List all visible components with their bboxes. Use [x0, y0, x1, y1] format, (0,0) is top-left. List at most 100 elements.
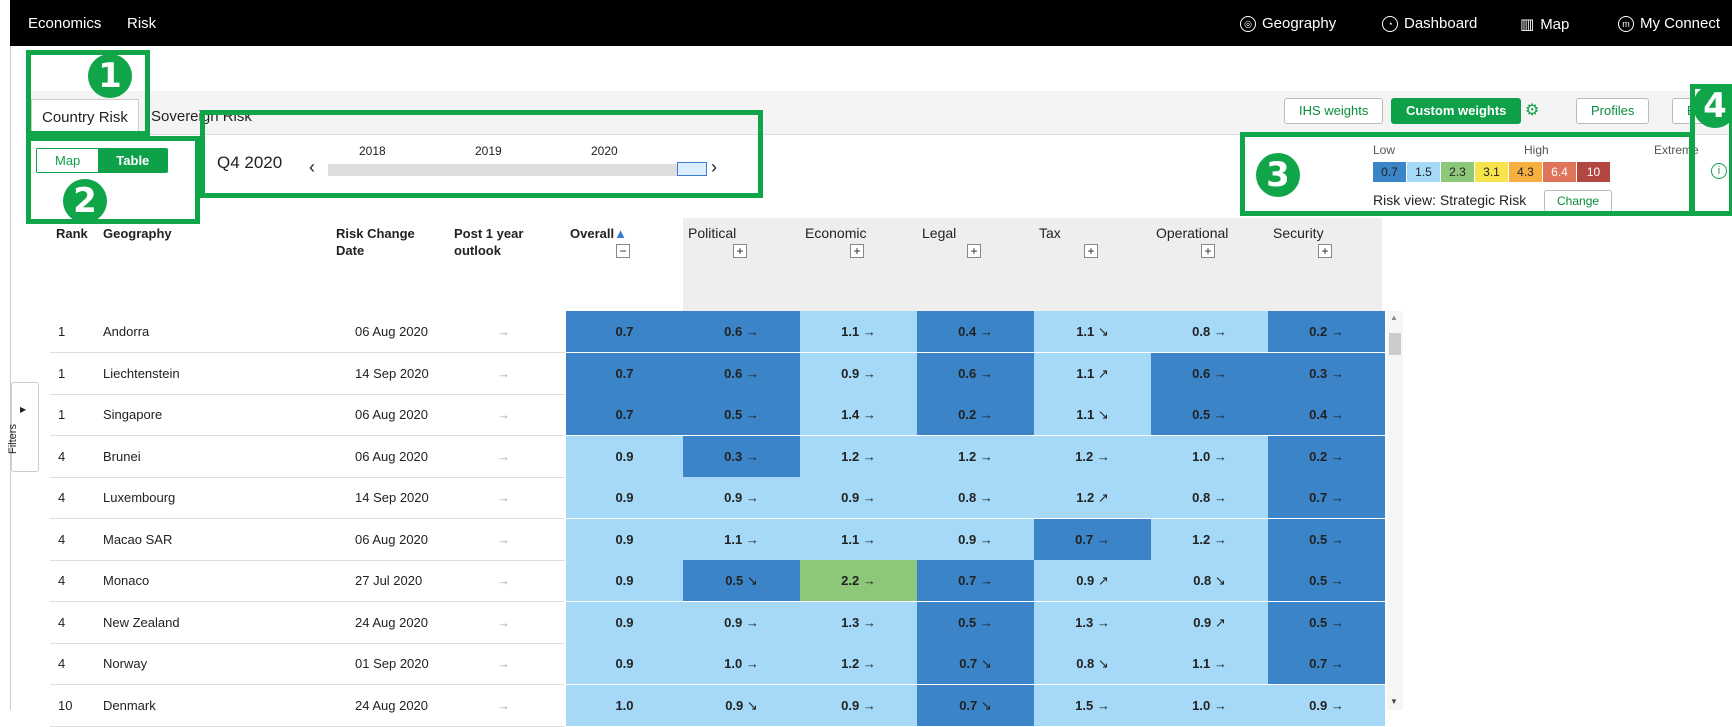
overall-score-cell[interactable]: 0.9 [566, 643, 683, 684]
score-cell-legal[interactable]: 0.7 ↘ [917, 643, 1034, 684]
score-cell-security[interactable]: 0.5 → [1268, 518, 1385, 560]
score-cell-political[interactable]: 0.9 → [683, 477, 800, 518]
score-cell-operational[interactable]: 1.1 → [1151, 643, 1268, 684]
score-cell-legal[interactable]: 0.5 → [917, 601, 1034, 643]
score-cell-tax[interactable]: 1.2 → [1034, 435, 1151, 477]
score-cell-security[interactable]: 0.7 → [1268, 477, 1385, 518]
geography-link[interactable]: Norway [103, 643, 147, 684]
score-cell-economic[interactable]: 1.1 → [800, 518, 917, 560]
col-risk-change-date[interactable]: Risk Change Date [336, 225, 415, 259]
score-cell-operational[interactable]: 0.8 ↘ [1151, 560, 1268, 601]
nav-my-connect[interactable]: m My Connect [1618, 15, 1720, 32]
score-cell-legal[interactable]: 0.6 → [917, 352, 1034, 394]
nav-economics[interactable]: Economics [28, 15, 101, 32]
score-cell-economic[interactable]: 2.2 → [800, 560, 917, 601]
filters-panel-toggle[interactable]: Filters ▶ [7, 382, 39, 472]
geography-link[interactable]: Liechtenstein [103, 353, 180, 394]
score-cell-security[interactable]: 0.7 → [1268, 643, 1385, 684]
score-cell-economic[interactable]: 1.1 → [800, 311, 917, 352]
score-cell-political[interactable]: 0.9 → [683, 601, 800, 643]
score-cell-legal[interactable]: 0.8 → [917, 477, 1034, 518]
score-cell-economic[interactable]: 1.2 → [800, 435, 917, 477]
expand-political-icon[interactable]: + [733, 244, 747, 258]
score-cell-tax[interactable]: 0.8 ↘ [1034, 643, 1151, 684]
score-cell-legal[interactable]: 1.2 → [917, 435, 1034, 477]
col-economic[interactable]: Economic [805, 225, 866, 242]
score-cell-tax[interactable]: 0.7 → [1034, 518, 1151, 560]
score-cell-legal[interactable]: 0.7 → [917, 560, 1034, 601]
nav-geography[interactable]: ◎ Geography [1240, 15, 1336, 32]
score-cell-security[interactable]: 0.5 → [1268, 560, 1385, 601]
score-cell-political[interactable]: 1.0 → [683, 643, 800, 684]
geography-link[interactable]: Brunei [103, 436, 141, 477]
col-tax[interactable]: Tax [1039, 225, 1061, 242]
scroll-up-icon[interactable]: ▲ [1390, 313, 1398, 322]
expand-economic-icon[interactable]: + [850, 244, 864, 258]
score-cell-operational[interactable]: 0.6 → [1151, 352, 1268, 394]
overall-score-cell[interactable]: 0.9 [566, 560, 683, 601]
profiles-button[interactable]: Profiles [1576, 98, 1650, 124]
score-cell-operational[interactable]: 0.8 → [1151, 477, 1268, 518]
score-cell-political[interactable]: 0.5 ↘ [683, 560, 800, 601]
geography-link[interactable]: Macao SAR [103, 519, 172, 560]
geography-link[interactable]: Luxembourg [103, 477, 175, 518]
score-cell-political[interactable]: 0.6 → [683, 311, 800, 352]
score-cell-economic[interactable]: 1.2 → [800, 643, 917, 684]
score-cell-tax[interactable]: 1.3 → [1034, 601, 1151, 643]
score-cell-tax[interactable]: 1.1 ↘ [1034, 394, 1151, 435]
nav-dashboard[interactable]: ◔ Dashboard [1382, 15, 1477, 32]
ihs-weights-button[interactable]: IHS weights [1284, 98, 1384, 124]
geography-link[interactable]: Denmark [103, 685, 156, 726]
score-cell-economic[interactable]: 0.9 → [800, 352, 917, 394]
gear-icon[interactable]: ⚙ [1525, 100, 1539, 120]
score-cell-legal[interactable]: 0.4 → [917, 311, 1034, 352]
score-cell-economic[interactable]: 1.4 → [800, 394, 917, 435]
col-operational[interactable]: Operational [1156, 225, 1228, 242]
score-cell-tax[interactable]: 1.5 → [1034, 684, 1151, 726]
col-security[interactable]: Security [1273, 225, 1324, 242]
col-political[interactable]: Political [688, 225, 736, 242]
score-cell-operational[interactable]: 0.8 → [1151, 311, 1268, 352]
score-cell-security[interactable]: 0.4 → [1268, 394, 1385, 435]
col-rank[interactable]: Rank [56, 225, 88, 242]
overall-score-cell[interactable]: 0.7 [566, 352, 683, 394]
score-cell-tax[interactable]: 0.9 ↗ [1034, 560, 1151, 601]
score-cell-security[interactable]: 0.5 → [1268, 601, 1385, 643]
scrollbar-thumb[interactable] [1389, 333, 1401, 355]
score-cell-operational[interactable]: 1.0 → [1151, 684, 1268, 726]
score-cell-tax[interactable]: 1.1 ↗ [1034, 352, 1151, 394]
scroll-down-icon[interactable]: ▼ [1390, 697, 1398, 706]
score-cell-operational[interactable]: 0.9 ↗ [1151, 601, 1268, 643]
col-overall[interactable]: Overall▲ [570, 225, 627, 242]
expand-tax-icon[interactable]: + [1084, 244, 1098, 258]
score-cell-tax[interactable]: 1.2 ↗ [1034, 477, 1151, 518]
overall-score-cell[interactable]: 0.9 [566, 518, 683, 560]
score-cell-legal[interactable]: 0.9 → [917, 518, 1034, 560]
table-scrollbar[interactable] [1387, 311, 1403, 710]
overall-score-cell[interactable]: 0.9 [566, 435, 683, 477]
geography-link[interactable]: Monaco [103, 560, 149, 601]
overall-score-cell[interactable]: 0.9 [566, 477, 683, 518]
overall-score-cell[interactable]: 1.0 [566, 684, 683, 726]
score-cell-security[interactable]: 0.2 → [1268, 435, 1385, 477]
collapse-overall-icon[interactable]: − [616, 244, 630, 258]
geography-link[interactable]: New Zealand [103, 602, 180, 643]
score-cell-political[interactable]: 1.1 → [683, 518, 800, 560]
expand-legal-icon[interactable]: + [967, 244, 981, 258]
score-cell-economic[interactable]: 1.3 → [800, 601, 917, 643]
score-cell-political[interactable]: 0.9 ↘ [683, 684, 800, 726]
col-post-outlook[interactable]: Post 1 year outlook [454, 225, 523, 259]
score-cell-tax[interactable]: 1.1 ↘ [1034, 311, 1151, 352]
score-cell-economic[interactable]: 0.9 → [800, 684, 917, 726]
overall-score-cell[interactable]: 0.7 [566, 394, 683, 435]
score-cell-economic[interactable]: 0.9 → [800, 477, 917, 518]
score-cell-political[interactable]: 0.3 → [683, 435, 800, 477]
custom-weights-button[interactable]: Custom weights [1391, 98, 1522, 124]
score-cell-operational[interactable]: 0.5 → [1151, 394, 1268, 435]
overall-score-cell[interactable]: 0.7 [566, 311, 683, 352]
col-geography[interactable]: Geography [103, 225, 172, 242]
score-cell-security[interactable]: 0.9 → [1268, 684, 1385, 726]
score-cell-legal[interactable]: 0.7 ↘ [917, 684, 1034, 726]
col-legal[interactable]: Legal [922, 225, 956, 242]
geography-link[interactable]: Singapore [103, 394, 162, 435]
